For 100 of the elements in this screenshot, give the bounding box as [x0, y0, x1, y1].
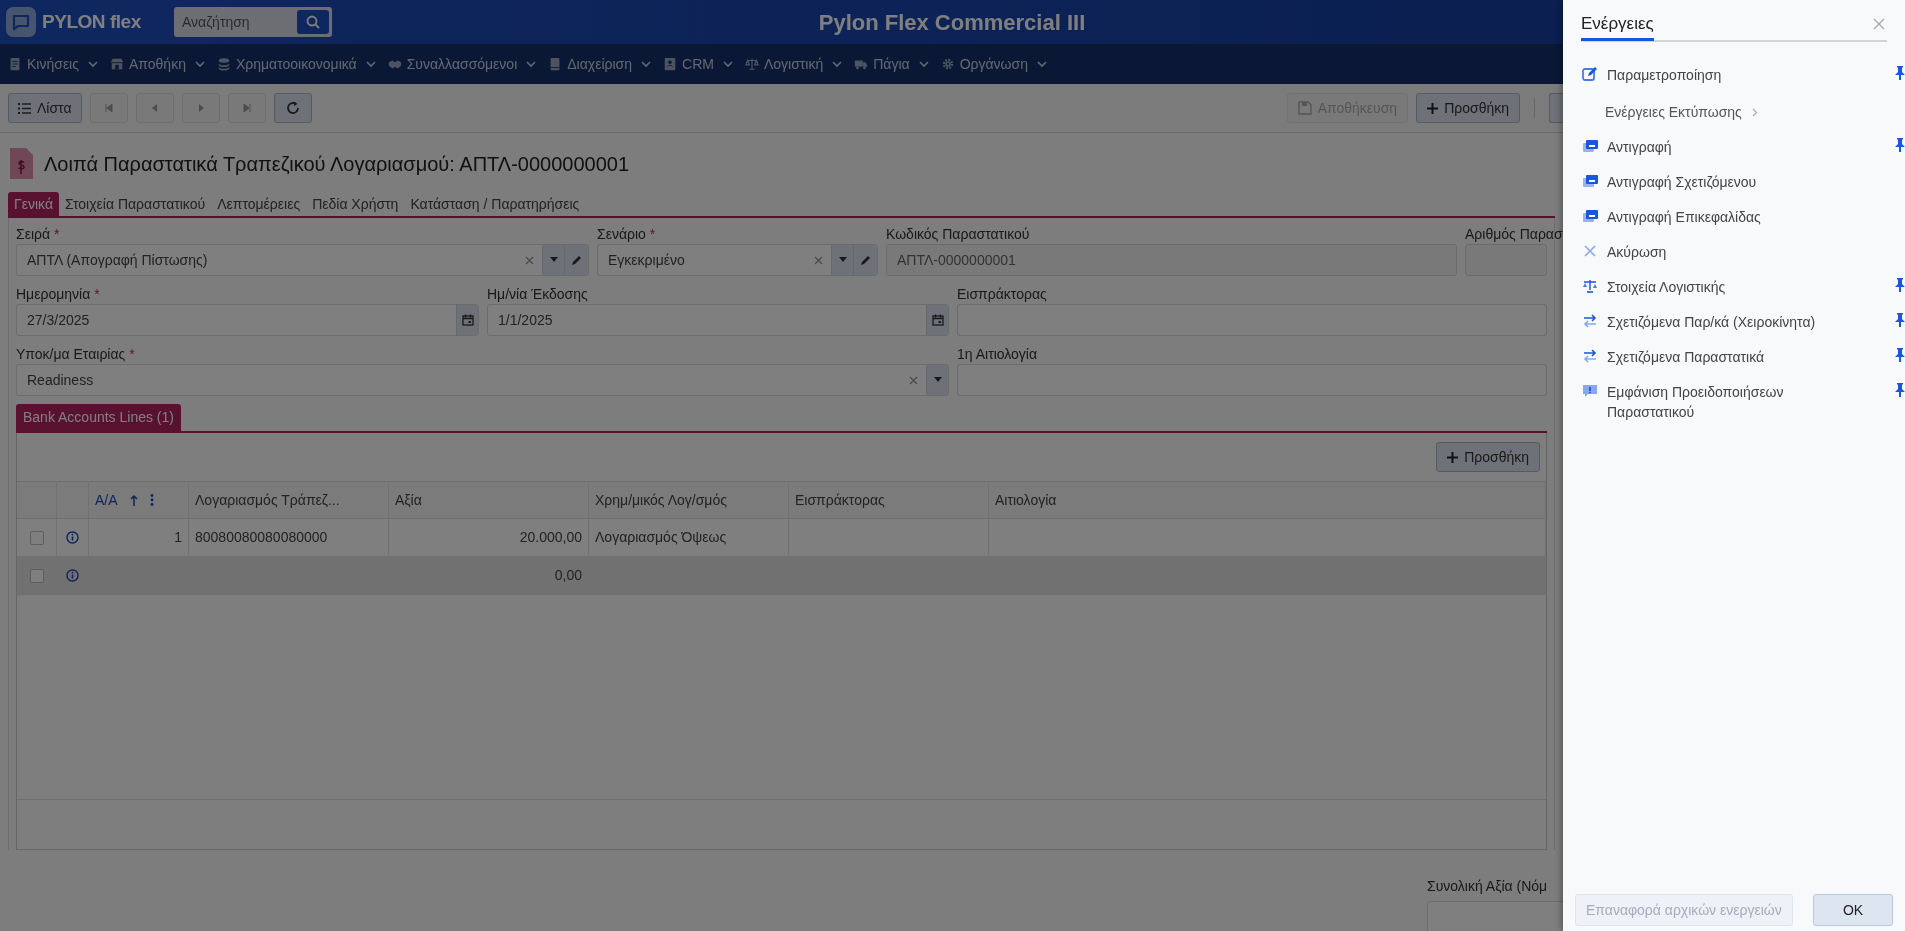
copy-icon	[1581, 208, 1599, 224]
info-icon[interactable]	[66, 531, 79, 544]
menu-item[interactable]: Λογιστική	[742, 49, 845, 79]
column-header[interactable]: Χρημ/μικός Λογ/σμός	[595, 489, 727, 511]
tab[interactable]: Πεδία Χρήστη	[306, 192, 405, 216]
total-label: Συνολική Αξία (Νόμ	[1427, 877, 1549, 896]
menu-item[interactable]: Σχετιζόμενα Παραστατικά	[1581, 346, 1871, 368]
refresh-button[interactable]	[273, 93, 312, 123]
plus-icon	[1447, 451, 1459, 463]
table-cell-text: 80080080080080000	[195, 528, 328, 547]
tab[interactable]: Γενικά	[8, 192, 59, 216]
chevron-down-icon	[1037, 59, 1047, 69]
info-icon[interactable]	[66, 569, 79, 582]
pencil-icon	[859, 254, 872, 266]
date-field[interactable]: 27/3/2025	[16, 304, 479, 336]
menu-item[interactable]: Αντιγραφή	[1581, 136, 1871, 158]
more-vertical-icon	[149, 494, 154, 506]
swap-arrows-icon	[1581, 313, 1599, 329]
refresh-icon	[284, 100, 301, 116]
field-label: Σειρά	[16, 225, 51, 244]
menu-item[interactable]: Οργάνωση	[938, 49, 1049, 79]
menu-item[interactable]: Εμφάνιση Προειδοποιήσεων Παραστατικού	[1581, 381, 1871, 423]
menu-item[interactable]: Ενέργειες Εκτύπωσης	[1605, 95, 1758, 130]
column-header[interactable]: Αιτιολογία	[995, 489, 1057, 511]
add-button[interactable]: Προσθήκη	[1416, 93, 1520, 123]
menu-item[interactable]: Παραμετροποίηση	[1581, 64, 1871, 86]
search-icon	[306, 15, 320, 29]
dropdown-button[interactable]	[926, 365, 948, 395]
calendar-button[interactable]	[926, 305, 948, 335]
menu-item[interactable]: Διαχείριση	[546, 49, 654, 79]
pin-icon[interactable]	[1895, 138, 1905, 152]
search-field[interactable]: Αναζήτηση	[174, 7, 332, 37]
checkbox[interactable]	[29, 568, 44, 583]
add-row-button[interactable]: Προσθήκη	[1436, 442, 1540, 472]
tab[interactable]: Στοιχεία Παραστατικού	[59, 192, 212, 216]
dropdown-field[interactable]: Εγκεκριμένο	[597, 244, 878, 276]
tab[interactable]: Λεπτομέρειες	[211, 192, 307, 216]
menu-item[interactable]: CRM	[661, 49, 735, 79]
date-field[interactable]: 1/1/2025	[487, 304, 949, 336]
list-button[interactable]: Λίστα	[8, 93, 82, 123]
panel-title: Ενέργειες	[1581, 9, 1654, 41]
menu-item[interactable]: Κινήσεις	[6, 49, 100, 79]
field-label: Ημ/νία Έκδοσης	[487, 285, 588, 304]
menu-item[interactable]: Ακύρωση	[1581, 241, 1871, 263]
field-label: Ημερομηνία	[16, 285, 91, 304]
table-cell-text: Λογαριασμός Όψεως	[595, 528, 727, 547]
dropdown-button[interactable]	[831, 245, 853, 275]
chevron-down-icon	[88, 59, 98, 69]
menu-item[interactable]: Πάγια	[852, 49, 931, 79]
column-header[interactable]: Λογαριασμός Τράπεζ...	[195, 489, 340, 511]
table-row[interactable]: 0,00	[17, 557, 1546, 595]
checkbox[interactable]	[29, 530, 44, 545]
column-header[interactable]: Αξία	[395, 489, 422, 511]
calendar-button[interactable]	[456, 305, 478, 335]
ok-button[interactable]: OK	[1813, 894, 1893, 926]
column-header[interactable]: Α/Α	[95, 489, 118, 511]
table-cell-text: 1	[174, 528, 182, 547]
contact-card-icon	[663, 57, 678, 71]
required-mark: *	[649, 225, 656, 244]
dropdown-button[interactable]	[542, 245, 564, 275]
chevron-right-icon	[1751, 108, 1758, 117]
plus-icon	[1427, 102, 1439, 114]
pin-icon[interactable]	[1895, 313, 1905, 327]
close-icon[interactable]	[1873, 18, 1885, 30]
pin-icon[interactable]	[1895, 348, 1905, 362]
first-icon	[103, 103, 114, 113]
pin-icon[interactable]	[1895, 66, 1905, 80]
gear-icon	[940, 57, 955, 71]
menu-item[interactable]: Σχετιζόμενα Παρ/κά (Χειροκίνητα)	[1581, 311, 1871, 333]
menu-item[interactable]: Συναλλασσόμενοι	[385, 49, 539, 79]
dropdown-field[interactable]: Readiness	[16, 364, 949, 396]
tab[interactable]: Bank Accounts Lines (1)	[16, 404, 181, 431]
pin-icon[interactable]	[1895, 278, 1905, 292]
alert-message-icon	[1581, 383, 1599, 399]
input-field[interactable]: ΑΠΤΛ-0000000001	[886, 244, 1457, 276]
document-title: Λοιπά Παραστατικά Τραπεζικού Λογαριασμού: ΑΠΤΛ-0000000001	[44, 152, 630, 177]
edit-button[interactable]	[853, 245, 877, 275]
pin-icon[interactable]	[1895, 383, 1905, 397]
field-label: Αριθμός Παρασ	[1465, 225, 1563, 244]
table-row[interactable]: 1 80080080080080000 20.000,00 Λογαριασμός Όψεως	[17, 519, 1546, 557]
menu-item[interactable]: Αντιγραφή Επικεφαλίδας	[1581, 206, 1871, 228]
chat-icon	[6, 7, 36, 37]
column-header[interactable]: Εισπράκτορας	[795, 489, 885, 511]
caret-down-icon	[933, 377, 942, 383]
invoice-icon	[8, 147, 34, 181]
chevron-down-icon	[365, 59, 376, 69]
document-icon	[8, 57, 22, 71]
menu-item[interactable]: Αποθήκη	[108, 49, 207, 79]
menu-item[interactable]: Χρηματοοικονομικά	[214, 49, 378, 79]
menu-item[interactable]: Στοιχεία Λογιστικής	[1581, 276, 1871, 298]
required-mark: *	[129, 345, 135, 364]
field-label: Σενάριο	[597, 225, 646, 244]
tab[interactable]: Κατάσταση / Παρατηρήσεις	[404, 192, 586, 216]
edit-button[interactable]	[564, 245, 588, 275]
field-label: 1η Αιτιολογία	[957, 345, 1038, 364]
table-cell-text: 0,00	[554, 566, 582, 585]
search-button[interactable]	[297, 10, 329, 34]
close-icon	[1581, 243, 1599, 259]
dropdown-field[interactable]: ΑΠΤΛ (Απογραφή Πίστωσης)	[16, 244, 589, 276]
menu-item[interactable]: Αντιγραφή Σχετιζόμενου	[1581, 171, 1871, 193]
